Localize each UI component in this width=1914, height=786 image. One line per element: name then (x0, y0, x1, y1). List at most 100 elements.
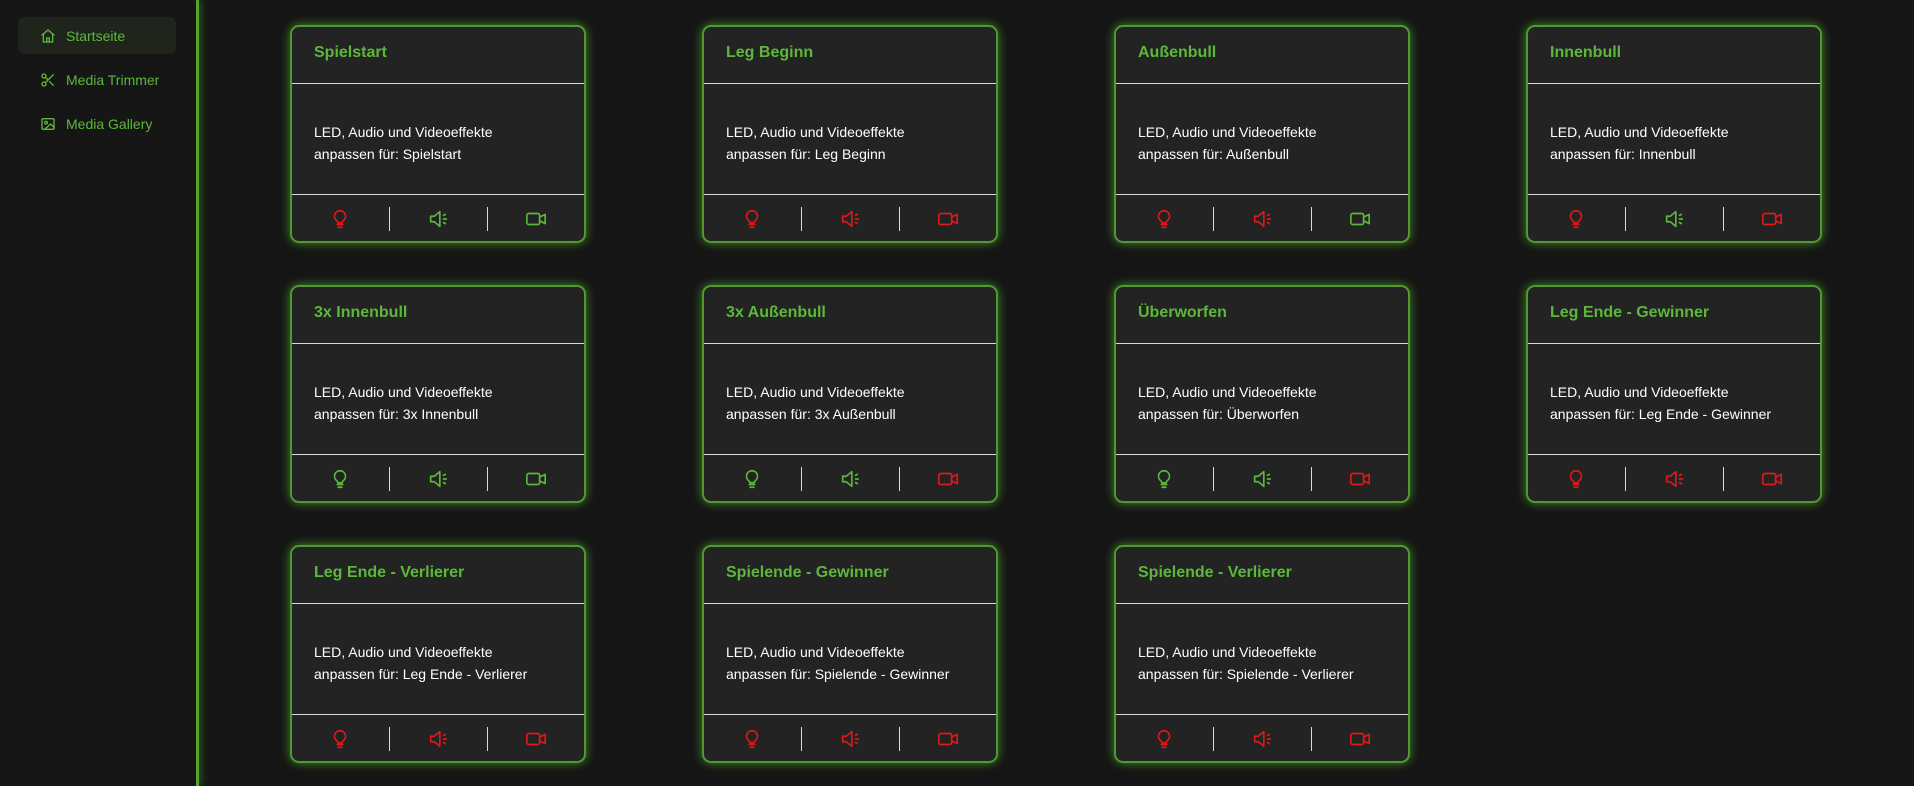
effect-card[interactable]: Leg Ende - Verlierer LED, Audio und Video… (290, 545, 586, 763)
speaker-icon[interactable] (838, 467, 862, 491)
card-description-line: LED, Audio und Videoeffekte (726, 384, 905, 400)
divider (1116, 83, 1408, 84)
divider (899, 727, 900, 751)
speaker-icon[interactable] (1662, 207, 1686, 231)
divider (487, 207, 488, 231)
divider (801, 727, 802, 751)
card-footer (1528, 455, 1820, 503)
divider (704, 603, 996, 604)
card-description-line: LED, Audio und Videoeffekte (1138, 644, 1317, 660)
led-bulb-icon[interactable] (1152, 467, 1176, 491)
effect-card[interactable]: 3x Innenbull LED, Audio und Videoeffekte a… (290, 285, 586, 503)
sidebar-item-startseite[interactable]: Startseite (18, 17, 176, 54)
divider (487, 727, 488, 751)
card-description-line: anpassen für: Innenbull (1550, 146, 1696, 162)
divider (1625, 207, 1626, 231)
led-bulb-icon[interactable] (328, 467, 352, 491)
speaker-icon[interactable] (838, 207, 862, 231)
effect-card[interactable]: Spielstart LED, Audio und Videoeffekte anp… (290, 25, 586, 243)
card-description-line: LED, Audio und Videoeffekte (314, 644, 493, 660)
divider (899, 207, 900, 231)
effect-card[interactable]: Überworfen LED, Audio und Videoeffekte anp… (1114, 285, 1410, 503)
video-camera-icon[interactable] (1348, 467, 1372, 491)
video-camera-icon[interactable] (936, 467, 960, 491)
card-description: LED, Audio und Videoeffekte anpassen für:… (726, 381, 986, 425)
divider (1311, 727, 1312, 751)
video-camera-icon[interactable] (1348, 207, 1372, 231)
card-description-line: LED, Audio und Videoeffekte (1138, 124, 1317, 140)
effect-card[interactable]: Leg Ende - Gewinner LED, Audio und Videoe… (1526, 285, 1822, 503)
card-description-line: anpassen für: 3x Außenbull (726, 406, 896, 422)
video-camera-icon[interactable] (1760, 207, 1784, 231)
divider (704, 83, 996, 84)
divider (1528, 343, 1820, 344)
card-description: LED, Audio und Videoeffekte anpassen für:… (1138, 641, 1398, 685)
speaker-icon[interactable] (1250, 207, 1274, 231)
card-description-line: anpassen für: Spielende - Verlierer (1138, 666, 1354, 682)
sidebar-item-media-trimmer[interactable]: Media Trimmer (18, 61, 176, 98)
divider (1213, 467, 1214, 491)
video-camera-icon[interactable] (936, 727, 960, 751)
video-camera-icon[interactable] (936, 207, 960, 231)
card-title: 3x Innenbull (314, 304, 408, 321)
card-description-line: anpassen für: Leg Ende - Gewinner (1550, 406, 1772, 422)
led-bulb-icon[interactable] (1564, 207, 1588, 231)
card-footer (1528, 195, 1820, 243)
card-description: LED, Audio und Videoeffekte anpassen für:… (1550, 121, 1810, 165)
card-description: LED, Audio und Videoeffekte anpassen für:… (314, 381, 574, 425)
effect-card[interactable]: Leg Beginn LED, Audio und Videoeffekte anp… (702, 25, 998, 243)
sidebar-item-media-gallery[interactable]: Media Gallery (18, 105, 176, 142)
video-camera-icon[interactable] (1348, 727, 1372, 751)
effect-card[interactable]: 3x Außenbull LED, Audio und Videoeffekte a… (702, 285, 998, 503)
led-bulb-icon[interactable] (1152, 727, 1176, 751)
led-bulb-icon[interactable] (1152, 207, 1176, 231)
divider (704, 343, 996, 344)
effect-card[interactable]: Spielende - Gewinner LED, Audio und Video… (702, 545, 998, 763)
speaker-icon[interactable] (1250, 467, 1274, 491)
divider (292, 343, 584, 344)
card-footer (704, 455, 996, 503)
divider (801, 467, 802, 491)
card-title: Überworfen (1138, 304, 1227, 321)
divider (1723, 467, 1724, 491)
card-title: Leg Ende - Gewinner (1550, 304, 1710, 321)
led-bulb-icon[interactable] (740, 207, 764, 231)
divider (1311, 467, 1312, 491)
video-camera-icon[interactable] (524, 727, 548, 751)
speaker-icon[interactable] (1250, 727, 1274, 751)
led-bulb-icon[interactable] (328, 207, 352, 231)
speaker-icon[interactable] (1662, 467, 1686, 491)
divider (1625, 467, 1626, 491)
speaker-icon[interactable] (426, 207, 450, 231)
card-footer (704, 195, 996, 243)
led-bulb-icon[interactable] (328, 727, 352, 751)
led-bulb-icon[interactable] (740, 727, 764, 751)
video-camera-icon[interactable] (1760, 467, 1784, 491)
card-description-line: LED, Audio und Videoeffekte (1550, 124, 1729, 140)
scissors-icon (40, 72, 56, 88)
divider (487, 467, 488, 491)
video-camera-icon[interactable] (524, 207, 548, 231)
sidebar-item-label: Media Gallery (66, 115, 153, 132)
divider (389, 207, 390, 231)
card-description: LED, Audio und Videoeffekte anpassen für:… (1550, 381, 1810, 425)
card-title: Spielende - Gewinner (726, 564, 889, 581)
card-description-line: LED, Audio und Videoeffekte (726, 124, 905, 140)
card-title: Innenbull (1550, 44, 1622, 61)
led-bulb-icon[interactable] (740, 467, 764, 491)
card-title: Leg Ende - Verlierer (314, 564, 465, 581)
effect-card[interactable]: Innenbull LED, Audio und Videoeffekte anpa… (1526, 25, 1822, 243)
divider (389, 727, 390, 751)
effect-card[interactable]: Spielende - Verlierer LED, Audio und Vide… (1114, 545, 1410, 763)
divider (801, 207, 802, 231)
video-camera-icon[interactable] (524, 467, 548, 491)
led-bulb-icon[interactable] (1564, 467, 1588, 491)
speaker-icon[interactable] (426, 467, 450, 491)
divider (1116, 603, 1408, 604)
speaker-icon[interactable] (838, 727, 862, 751)
card-title: Außenbull (1138, 44, 1217, 61)
divider (1116, 343, 1408, 344)
effect-card[interactable]: Außenbull LED, Audio und Videoeffekte anpa… (1114, 25, 1410, 243)
card-footer (292, 455, 584, 503)
speaker-icon[interactable] (426, 727, 450, 751)
